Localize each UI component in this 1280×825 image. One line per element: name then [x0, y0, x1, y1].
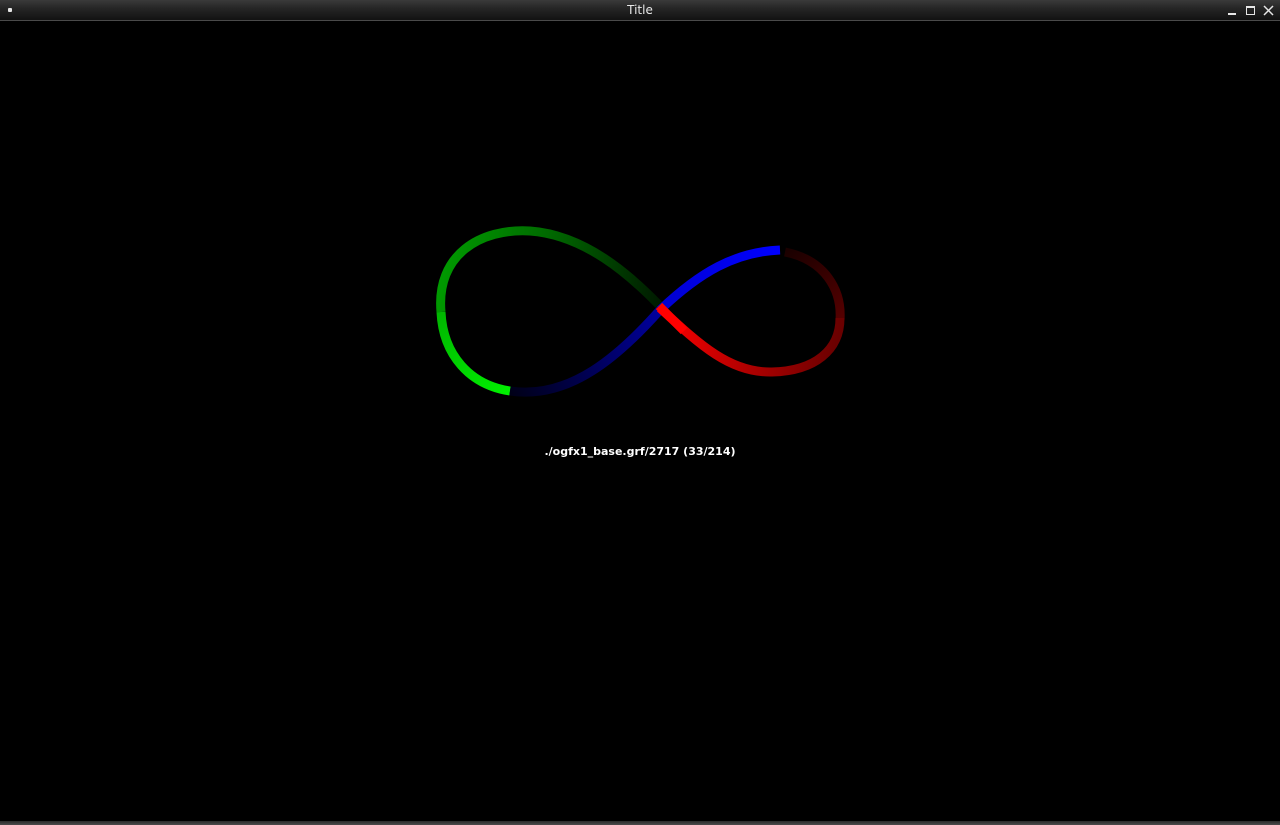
curve-upper-right	[656, 245, 781, 314]
app-window: Title ./ogfx1_base.grf/2717 (33/214)	[0, 0, 1280, 825]
window-menu-icon[interactable]	[8, 8, 12, 12]
status-label: ./ogfx1_base.grf/2717 (33/214)	[544, 445, 736, 458]
title-bar[interactable]: Title	[0, 0, 1280, 21]
window-controls	[1225, 3, 1276, 18]
close-icon[interactable]	[1261, 3, 1276, 18]
curve-red-highlight	[655, 302, 688, 335]
curve-lower-left	[436, 311, 511, 396]
render-canvas[interactable]	[0, 21, 1280, 821]
infinity-curve	[436, 226, 845, 397]
minimize-icon[interactable]	[1225, 3, 1240, 18]
curve-upper-left	[436, 226, 664, 313]
curve-center-lower	[509, 307, 664, 397]
curve-lower-right	[656, 304, 845, 377]
maximize-icon[interactable]	[1243, 3, 1258, 18]
window-title: Title	[627, 3, 653, 17]
window-bottom-border	[0, 821, 1280, 825]
curve-right-tip	[783, 247, 845, 321]
